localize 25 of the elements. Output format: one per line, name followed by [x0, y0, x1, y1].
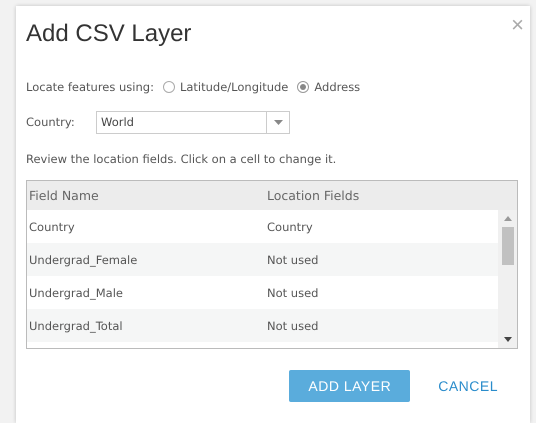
radio-label[interactable]: Address	[314, 80, 360, 94]
cancel-button[interactable]: CANCEL	[428, 370, 508, 402]
column-header: Field Name	[28, 188, 100, 203]
table-cell[interactable]: Not used	[267, 252, 498, 266]
table-cell[interactable]: Country	[27, 220, 267, 234]
caret-icon	[274, 120, 282, 124]
table-cell[interactable]: Country	[267, 220, 498, 234]
scroll-down-icon[interactable]	[504, 337, 512, 342]
table-cell[interactable]: Undergrad_Female	[27, 252, 267, 266]
instruction-text: Review the location fields. Click on a cell to change it.	[26, 152, 338, 168]
scrollbar-thumb[interactable]	[502, 227, 514, 265]
scrollbar[interactable]	[498, 210, 517, 348]
table-cell[interactable]: Undergrad_Total	[27, 318, 267, 332]
radio-label[interactable]: Latitude/Longitude	[180, 80, 288, 94]
radio-button[interactable]	[162, 81, 175, 93]
column-header: Location Fields	[267, 188, 360, 203]
table-cell[interactable]: Undergrad_Male	[27, 286, 267, 300]
country-dropdown[interactable]: World	[96, 110, 290, 134]
locate-label: Locate features using:	[26, 80, 154, 94]
table-cell[interactable]: Not used	[267, 286, 498, 300]
scroll-up-icon[interactable]	[504, 216, 512, 221]
table-cell[interactable]: Not used	[267, 318, 498, 332]
country-label: Country:	[26, 115, 76, 129]
dialog-title: Add CSV Layer	[26, 20, 192, 48]
radio-button[interactable]	[297, 81, 310, 93]
